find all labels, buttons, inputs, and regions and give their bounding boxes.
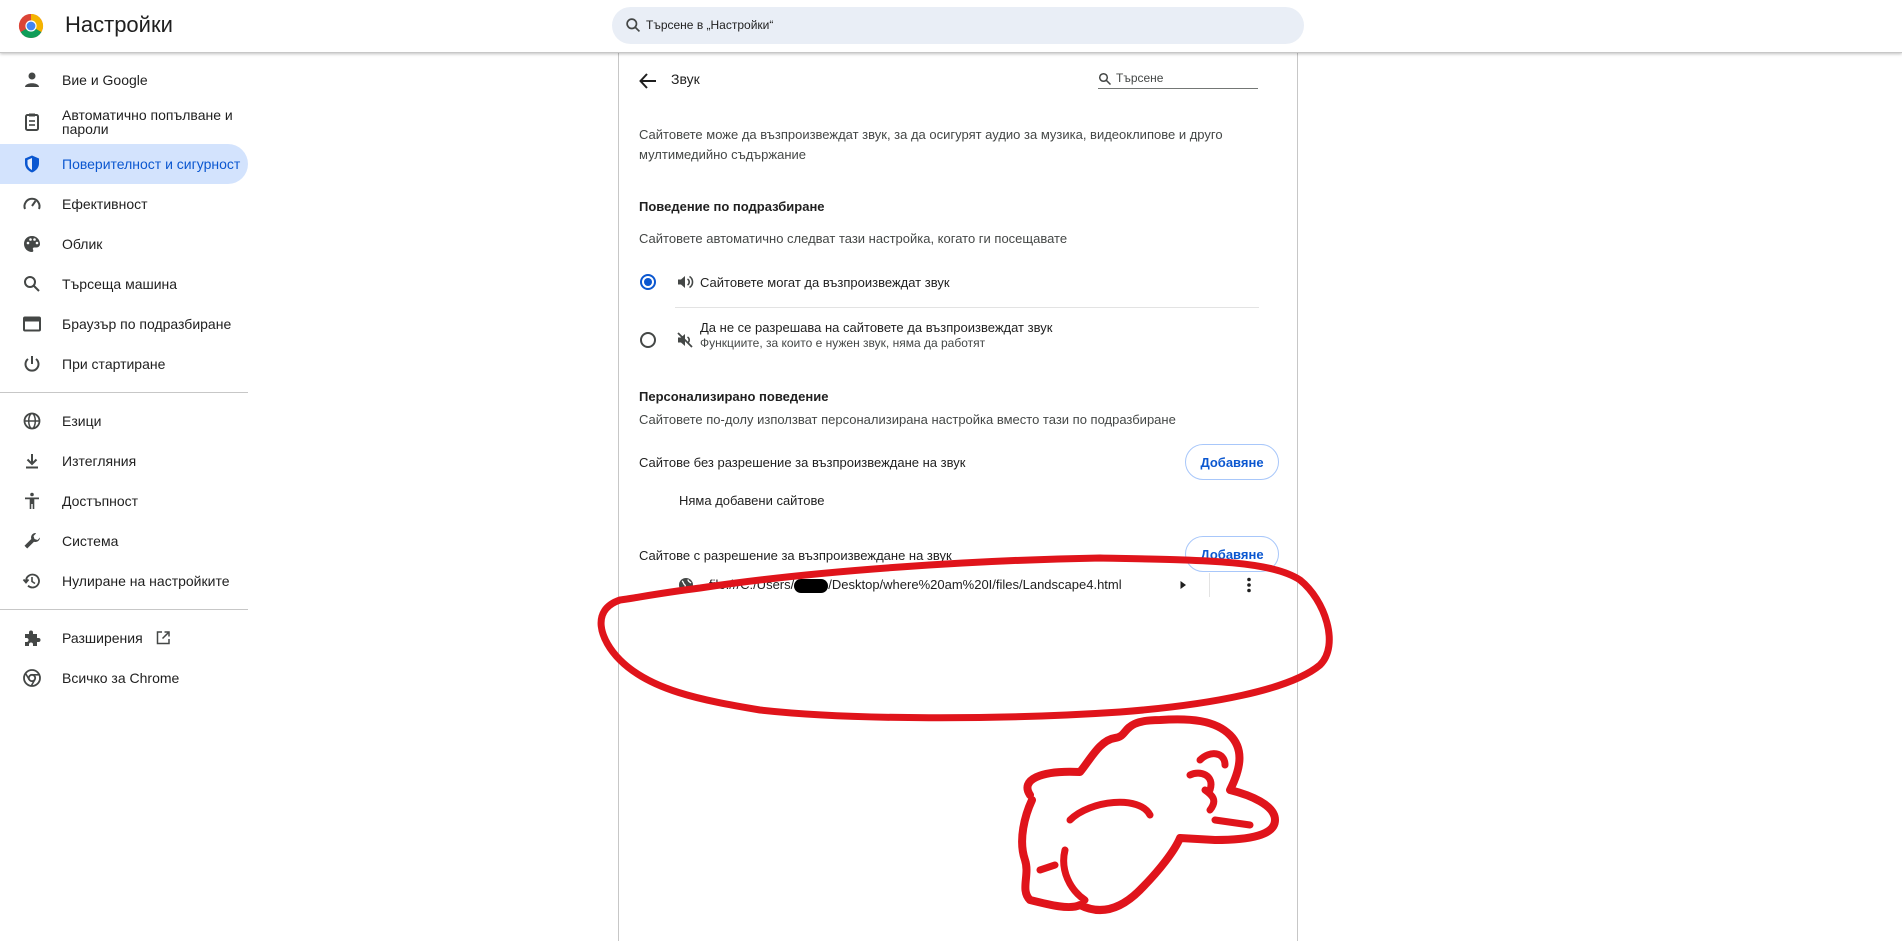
- chrome-icon: [23, 669, 41, 687]
- sidebar-item-autofill[interactable]: Автоматично попълване и пароли: [0, 100, 248, 144]
- speedometer-icon: [23, 197, 41, 210]
- add-blocked-site-button[interactable]: Добавяне: [1185, 444, 1279, 480]
- more-vert-icon[interactable]: [1239, 575, 1259, 595]
- sidebar-item-label: Достъпност: [62, 493, 139, 509]
- redaction-mark: [794, 578, 829, 593]
- search-icon: [24, 276, 40, 292]
- back-arrow-icon[interactable]: [637, 70, 659, 92]
- download-icon: [26, 454, 38, 469]
- sidebar-item-reset[interactable]: Нулиране на настройките: [0, 561, 248, 601]
- allowed-sites-label: Сайтове с разрешение за възпроизвеждане …: [639, 548, 952, 563]
- sidebar-item-label: Ефективност: [62, 196, 148, 212]
- sidebar-item-label: Разширения: [62, 630, 143, 646]
- site-url-end: /Desktop/where%20am%20I/files/Landscape4…: [828, 577, 1122, 592]
- site-url-start: file:///C:/Users/: [709, 577, 795, 592]
- custom-behavior-heading: Персонализирано поведение: [639, 389, 829, 404]
- default-behavior-heading: Поведение по подразбиране: [639, 199, 825, 214]
- app-title: Настройки: [65, 12, 173, 37]
- default-behavior-subtitle: Сайтовете автоматично следват тази настр…: [639, 231, 1068, 246]
- allow-sound-label: Сайтовете могат да възпроизвеждат звук: [700, 275, 950, 290]
- sound-description: Сайтовете може да възпроизвеждат звук, з…: [639, 127, 1223, 162]
- site-url: file:///C:/Users/ /Desktop/where%20am%20I…: [709, 577, 1122, 593]
- allow-sound-radio[interactable]: [640, 274, 656, 290]
- subpage-search-input[interactable]: [1116, 69, 1256, 87]
- search-icon: [1098, 72, 1112, 86]
- sidebar-item-label: При стартиране: [62, 356, 166, 372]
- sidebar-item-label: Поверителност и сигурност: [62, 156, 241, 172]
- chrome-logo-icon: [18, 13, 44, 39]
- sidebar-item-label: Вие и Google: [62, 72, 148, 88]
- page-title: Звук: [671, 71, 700, 87]
- sidebar-item-search-engine[interactable]: Търсеща машина: [0, 264, 248, 304]
- clipboard-icon: [25, 113, 39, 131]
- sidebar-item-appearance[interactable]: Облик: [0, 224, 248, 264]
- sound-settings-card: Звук Сайтовете може да възпроизвеждат зв…: [618, 53, 1298, 941]
- settings-search-input[interactable]: [646, 7, 1246, 44]
- sidebar-item-label: Всичко за Chrome: [62, 670, 180, 686]
- sidebar-divider: [0, 392, 248, 393]
- sidebar-item-label: Система: [62, 533, 119, 549]
- block-sound-radio[interactable]: [640, 332, 656, 348]
- sidebar-item-label: Нулиране на настройките: [62, 573, 230, 589]
- subpage-search[interactable]: [1098, 69, 1258, 89]
- expand-arrow-icon[interactable]: [1177, 579, 1189, 591]
- sidebar-item-you-and-google[interactable]: Вие и Google: [0, 60, 248, 100]
- row-divider: [1209, 573, 1210, 597]
- open-in-new-icon: [156, 631, 170, 645]
- option-divider: [675, 307, 1259, 308]
- subpage-header: Звук: [619, 53, 1299, 109]
- custom-behavior-subtitle: Сайтовете по-долу използват персонализир…: [639, 412, 1176, 427]
- shield-icon: [25, 155, 39, 173]
- globe-icon: [23, 412, 41, 430]
- sidebar-item-accessibility[interactable]: Достъпност: [0, 481, 248, 521]
- sidebar-divider: [0, 609, 248, 610]
- wrench-icon: [24, 533, 40, 549]
- sidebar-item-languages[interactable]: Езици: [0, 401, 248, 441]
- block-sound-sublabel: Функциите, за които е нужен звук, няма д…: [700, 336, 986, 350]
- browser-window-icon: [23, 316, 41, 332]
- sidebar-item-on-startup[interactable]: При стартиране: [0, 344, 248, 384]
- settings-search[interactable]: [612, 7, 1304, 44]
- no-sites-label: Няма добавени сайтове: [679, 493, 825, 508]
- sidebar-item-privacy[interactable]: Поверителност и сигурност: [0, 144, 248, 184]
- sidebar-item-downloads[interactable]: Изтегляния: [0, 441, 248, 481]
- globe-icon: [679, 578, 693, 592]
- sidebar-item-label: Изтегляния: [62, 453, 137, 469]
- search-icon: [626, 18, 641, 33]
- sidebar-item-system[interactable]: Система: [0, 521, 248, 561]
- sidebar-item-default-browser[interactable]: Браузър по подразбиране: [0, 304, 248, 344]
- sidebar-item-performance[interactable]: Ефективност: [0, 184, 248, 224]
- puzzle-icon: [25, 630, 41, 646]
- history-icon: [22, 573, 40, 589]
- sidebar-item-label: Автоматично попълване и пароли: [62, 107, 233, 137]
- sidebar-item-label: Търсеща машина: [62, 276, 178, 292]
- volume-up-icon: [678, 275, 694, 289]
- blocked-sites-label: Сайтове без разрешение за възпроизвеждан…: [639, 455, 966, 470]
- person-icon: [25, 72, 39, 87]
- allowed-site-row[interactable]: file:///C:/Users/ /Desktop/where%20am%20I…: [659, 567, 1259, 603]
- sidebar-item-label: Облик: [62, 236, 103, 252]
- accessibility-icon: [25, 492, 39, 509]
- sidebar-item-label: Браузър по подразбиране: [62, 316, 232, 332]
- sidebar-item-extensions[interactable]: Разширения: [0, 618, 248, 658]
- palette-icon: [24, 236, 40, 252]
- sidebar-item-about-chrome[interactable]: Всичко за Chrome: [0, 658, 248, 698]
- volume-off-icon: [677, 332, 693, 348]
- top-bar: Настройки: [0, 0, 1902, 53]
- power-icon: [24, 356, 40, 372]
- sidebar: Вие и Google Автоматично попълване и пар…: [0, 60, 250, 698]
- sidebar-item-label: Езици: [62, 413, 102, 429]
